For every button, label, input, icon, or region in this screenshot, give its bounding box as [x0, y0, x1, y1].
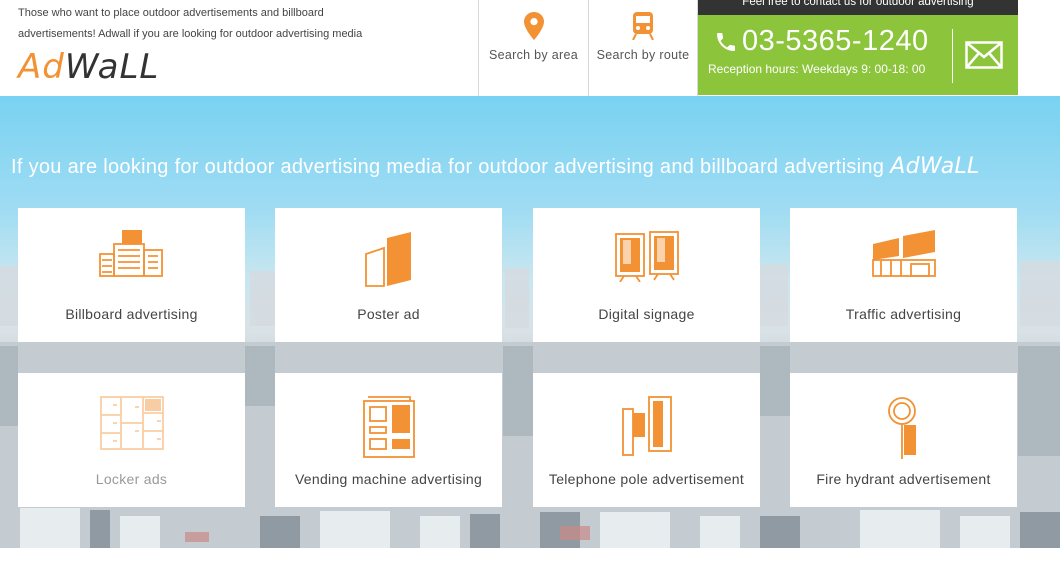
site-tagline: Those who want to place outdoor advertis… — [18, 7, 363, 40]
logo-ad: Ad — [18, 47, 65, 87]
contact-box[interactable]: 03-5365-1240 Reception hours: Weekdays 9… — [698, 15, 1018, 95]
fire-hydrant-icon — [887, 397, 916, 459]
train-icon — [632, 12, 654, 40]
search-by-route-label: Search by route — [596, 48, 690, 62]
logo-wall: WaLL — [64, 47, 160, 87]
category-label: Traffic advertising — [845, 306, 962, 322]
site-logo[interactable]: AdWaLL — [18, 50, 159, 84]
poster-icon — [364, 232, 411, 287]
category-card-traffic[interactable]: Traffic advertising — [790, 208, 1017, 342]
category-label: Vending machine advertising — [294, 471, 483, 487]
category-card-fire-hydrant[interactable]: Fire hydrant advertisement — [790, 373, 1017, 507]
category-label: Digital signage — [598, 306, 695, 322]
hero-title-text: If you are looking for outdoor advertisi… — [11, 156, 885, 178]
category-card-locker[interactable]: Locker ads — [18, 373, 245, 507]
category-card-poster[interactable]: Poster ad — [275, 208, 502, 342]
category-label: Fire hydrant advertisement — [816, 471, 991, 487]
category-label: Poster ad — [357, 306, 420, 322]
hero-logo: AdWaLL — [890, 154, 980, 179]
traffic-ad-icon — [871, 230, 936, 277]
locker-icon — [99, 396, 164, 450]
category-card-billboard[interactable]: Billboard advertising — [18, 208, 245, 342]
envelope-icon[interactable] — [965, 41, 1003, 69]
phone-icon — [717, 32, 735, 51]
category-label: Billboard advertising — [65, 306, 198, 322]
telephone-pole-icon — [621, 396, 672, 456]
reception-hours: Reception hours: Weekdays 9: 00-18: 00 — [708, 62, 926, 76]
phone-number[interactable]: 03-5365-1240 — [742, 25, 929, 58]
phone-row[interactable]: 03-5365-1240 — [714, 25, 929, 58]
search-by-area-button[interactable]: Search by area — [478, 0, 588, 96]
page-bottom-strip — [0, 548, 1060, 577]
hero-section: If you are looking for outdoor advertisi… — [0, 96, 1060, 548]
contact-divider — [952, 29, 953, 83]
site-header: Those who want to place outdoor advertis… — [0, 0, 1060, 96]
category-label: Telephone pole advertisement — [548, 471, 745, 487]
vending-machine-icon — [362, 396, 415, 458]
search-by-route-button[interactable]: Search by route — [588, 0, 698, 96]
digital-signage-icon — [614, 231, 679, 282]
hero-title: If you are looking for outdoor advertisi… — [11, 154, 980, 179]
category-label: Locker ads — [95, 471, 168, 487]
category-card-telephone-pole[interactable]: Telephone pole advertisement — [533, 373, 760, 507]
category-card-vending-machine[interactable]: Vending machine advertising — [275, 373, 502, 507]
search-by-area-label: Search by area — [489, 48, 578, 62]
map-pin-icon — [523, 12, 544, 40]
category-card-digital-signage[interactable]: Digital signage — [533, 208, 760, 342]
contact-banner: Feel free to contact us for outdoor adve… — [698, 0, 1018, 15]
billboard-building-icon — [98, 230, 163, 277]
